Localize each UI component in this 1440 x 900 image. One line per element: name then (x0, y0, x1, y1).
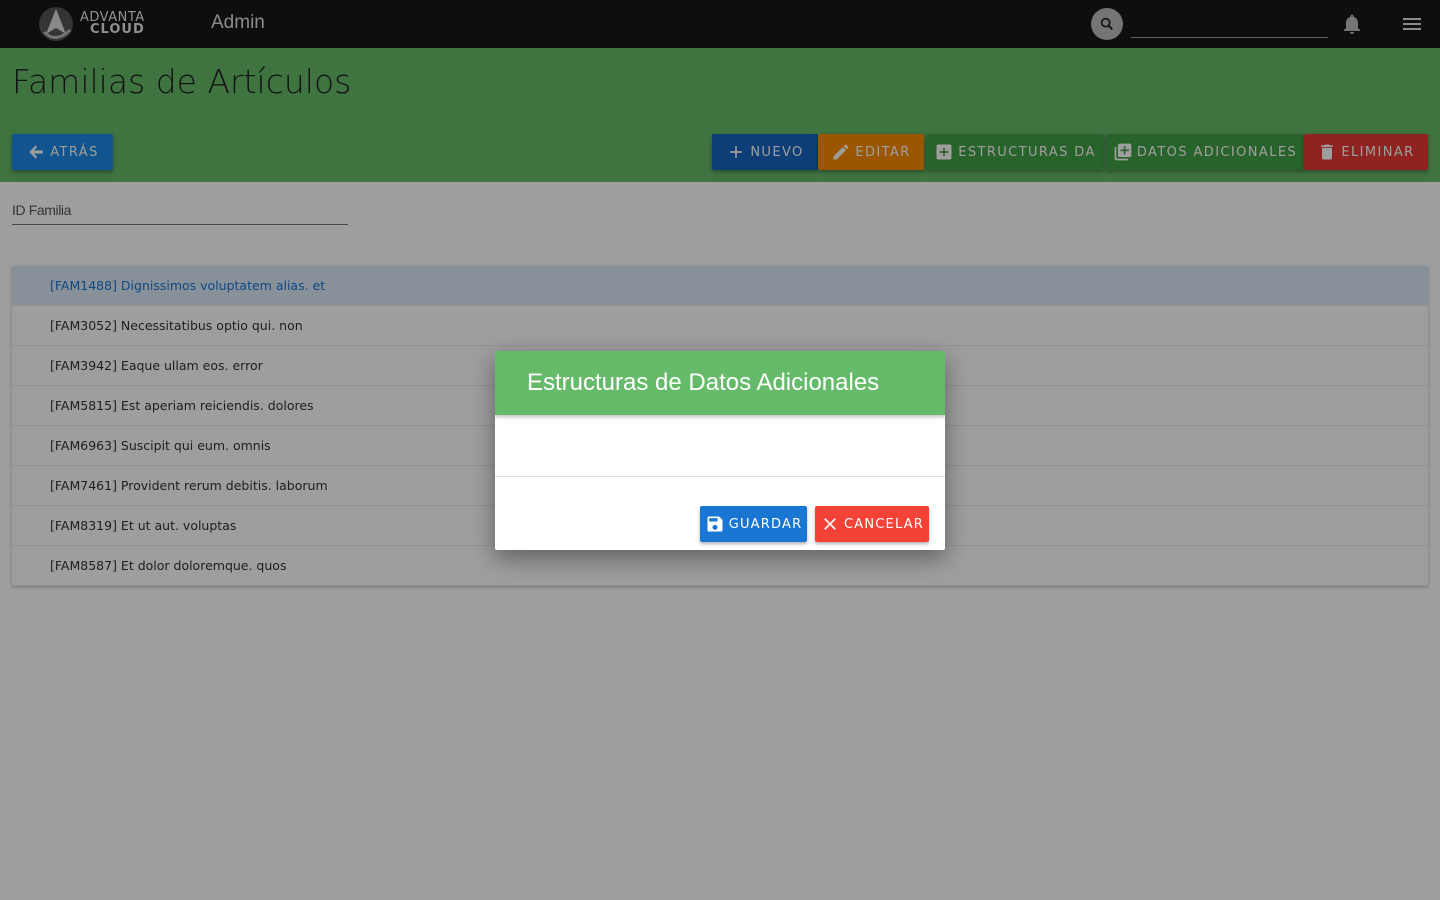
structures-dialog: Estructuras de Datos Adicionales GUARDAR… (495, 351, 945, 550)
floppy-disk-icon (707, 516, 723, 532)
cancel-button-label: CANCELAR (843, 516, 925, 532)
dialog-header: Estructuras de Datos Adicionales (495, 351, 945, 415)
save-button[interactable]: GUARDAR (700, 506, 807, 542)
dialog-title: Estructuras de Datos Adicionales (527, 369, 880, 396)
save-button-label: GUARDAR (728, 516, 803, 532)
cancel-button[interactable]: CANCELAR (815, 506, 929, 542)
close-icon (824, 518, 836, 530)
dialog-body (495, 415, 945, 477)
